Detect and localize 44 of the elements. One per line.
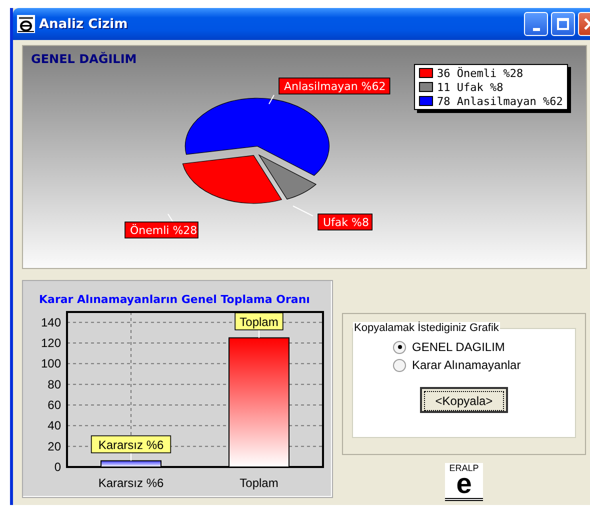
radio-option[interactable]: GENEL DAGILIM <box>393 340 521 354</box>
window-title: Analiz Cizim <box>39 16 128 32</box>
bar <box>100 460 162 468</box>
y-tick-label: 120 <box>40 336 61 350</box>
y-tick-label: 20 <box>48 439 61 454</box>
x-category-label: Toplam <box>240 476 278 490</box>
minimize-icon <box>532 28 540 30</box>
y-tick-label: 100 <box>40 356 61 371</box>
slice-label: Anlasilmayan %62 <box>284 80 386 93</box>
y-tick-label: 40 <box>48 418 61 433</box>
legend-label: 11 Ufak %8 <box>437 80 504 94</box>
data-label: Toplam <box>240 314 278 329</box>
leader-line <box>168 214 174 222</box>
bar-value-label: Toplam <box>234 312 284 330</box>
y-tick-label: 60 <box>48 398 61 412</box>
y-tick-label: 0 <box>54 460 61 474</box>
maximize-button[interactable] <box>551 12 575 36</box>
leader-line <box>292 206 314 216</box>
slice-label: Anlasilmayan %62 <box>278 78 390 94</box>
leader-line <box>130 452 132 462</box>
chart-title: Karar Alınamayanların Genel Toplama Oranı <box>39 293 310 306</box>
minimize-button[interactable] <box>524 12 548 36</box>
copy-button[interactable]: <Kopyala> <box>420 387 508 413</box>
logo: ERALP e <box>445 463 483 501</box>
slice-label: Ufak %8 <box>318 214 372 230</box>
legend-label: 78 Anlasilmayan %62 <box>437 94 563 108</box>
x-category-label: Kararsız %6 <box>98 476 164 490</box>
data-label: Kararsız %6 <box>98 438 164 452</box>
maximize-icon <box>557 18 569 30</box>
app-icon <box>17 15 35 33</box>
slice-label: Önemli %28 <box>130 223 198 237</box>
leader-line <box>258 329 260 338</box>
y-tick-label: 140 <box>40 315 61 330</box>
radio-button[interactable] <box>393 358 406 372</box>
leader-line <box>268 94 274 104</box>
y-tick-label: 80 <box>48 377 61 392</box>
radio-button[interactable] <box>393 340 406 354</box>
slice-label: Ufak %8 <box>323 216 369 229</box>
slice-label: Önemli %28 <box>124 222 198 238</box>
legend-label: 36 Önemli %28 <box>437 66 524 80</box>
chart-title: GENEL DAĞILIM <box>31 52 137 66</box>
group-title: Kopyalamak İstediginiz Grafik <box>353 322 500 334</box>
radio-option[interactable]: Karar Alınamayanlar <box>393 358 521 372</box>
bar-value-label: Kararsız %6 <box>90 435 172 454</box>
